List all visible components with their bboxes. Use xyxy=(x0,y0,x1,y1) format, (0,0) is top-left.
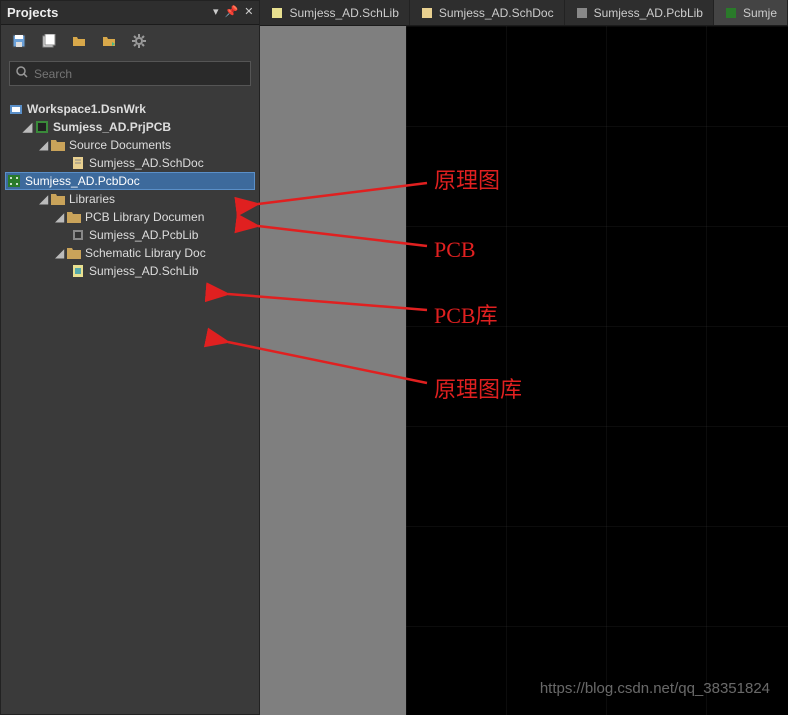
pin-icon[interactable]: 📌 xyxy=(225,7,239,18)
project-tree: Workspace1.DsnWrk ◢ Sumjess_AD.PrjPCB ◢ … xyxy=(1,94,259,714)
tab-pcblib[interactable]: Sumjess_AD.PcbLib xyxy=(565,0,714,25)
tab-bar: Sumjess_AD.SchLib Sumjess_AD.SchDoc Sumj… xyxy=(260,0,788,26)
save-icon[interactable] xyxy=(11,33,27,49)
pcblib-icon xyxy=(71,228,85,242)
compile-icon[interactable] xyxy=(41,33,57,49)
panel-controls: ▾ 📌 ✕ xyxy=(213,7,253,18)
folder-icon xyxy=(51,138,65,152)
libraries-node[interactable]: ◢ Libraries xyxy=(5,190,255,208)
folder-open-icon[interactable] xyxy=(71,33,87,49)
workspace-icon xyxy=(9,102,23,116)
folder-icon xyxy=(67,210,81,224)
pcbdoc-icon xyxy=(7,174,21,188)
sch-lib-folder-node[interactable]: ◢ Schematic Library Doc xyxy=(5,244,255,262)
gear-icon[interactable] xyxy=(131,33,147,49)
pcbdoc-icon xyxy=(724,6,738,20)
folder-icon xyxy=(51,192,65,206)
tab-schdoc[interactable]: Sumjess_AD.SchDoc xyxy=(410,0,565,25)
tab-label: Sumjess_AD.SchLib xyxy=(289,6,398,20)
folder-icon xyxy=(67,246,81,260)
pcbdoc-node[interactable]: Sumjess_AD.PcbDoc xyxy=(5,172,255,190)
pcb-lib-folder-label: PCB Library Documen xyxy=(85,210,204,224)
schdoc-icon xyxy=(420,6,434,20)
search-box[interactable] xyxy=(9,61,251,86)
panel-title: Projects xyxy=(7,5,58,20)
workspace-label: Workspace1.DsnWrk xyxy=(27,102,146,116)
close-icon[interactable]: ✕ xyxy=(244,7,253,18)
pcblib-icon xyxy=(575,6,589,20)
schlib-label: Sumjess_AD.SchLib xyxy=(89,264,198,278)
schlib-icon xyxy=(270,6,284,20)
tab-label: Sumjess_AD.PcbLib xyxy=(594,6,703,20)
search-icon xyxy=(16,66,28,81)
projects-panel: Projects ▾ 📌 ✕ xyxy=(0,0,260,715)
expander-icon[interactable]: ◢ xyxy=(55,210,65,224)
tab-label: Sumje xyxy=(743,6,777,20)
schlib-node[interactable]: Sumjess_AD.SchLib xyxy=(5,262,255,280)
tab-pcbdoc[interactable]: Sumje xyxy=(714,0,788,25)
expander-icon[interactable]: ◢ xyxy=(39,192,49,206)
canvas-grid xyxy=(406,26,788,715)
schlib-icon xyxy=(71,264,85,278)
pcb-canvas[interactable] xyxy=(406,26,788,715)
schdoc-node[interactable]: Sumjess_AD.SchDoc xyxy=(5,154,255,172)
pcbdoc-label: Sumjess_AD.PcbDoc xyxy=(25,174,140,188)
project-icon xyxy=(35,120,49,134)
project-label: Sumjess_AD.PrjPCB xyxy=(53,120,171,134)
sch-lib-folder-label: Schematic Library Doc xyxy=(85,246,206,260)
source-docs-label: Source Documents xyxy=(69,138,171,152)
dropdown-icon[interactable]: ▾ xyxy=(213,7,219,18)
schdoc-icon xyxy=(71,156,85,170)
panel-toolbar xyxy=(1,25,259,57)
editor-area: Sumjess_AD.SchLib Sumjess_AD.SchDoc Sumj… xyxy=(260,0,788,715)
source-docs-node[interactable]: ◢ Source Documents xyxy=(5,136,255,154)
pcblib-label: Sumjess_AD.PcbLib xyxy=(89,228,198,242)
libraries-label: Libraries xyxy=(69,192,115,206)
expander-icon[interactable]: ◢ xyxy=(55,246,65,260)
folder-export-icon[interactable] xyxy=(101,33,117,49)
pcblib-node[interactable]: Sumjess_AD.PcbLib xyxy=(5,226,255,244)
panel-header: Projects ▾ 📌 ✕ xyxy=(1,1,259,25)
tab-label: Sumjess_AD.SchDoc xyxy=(439,6,554,20)
project-node[interactable]: ◢ Sumjess_AD.PrjPCB xyxy=(5,118,255,136)
search-input[interactable] xyxy=(34,67,244,81)
pcb-lib-folder-node[interactable]: ◢ PCB Library Documen xyxy=(5,208,255,226)
workspace-node[interactable]: Workspace1.DsnWrk xyxy=(5,100,255,118)
schdoc-label: Sumjess_AD.SchDoc xyxy=(89,156,204,170)
expander-icon[interactable]: ◢ xyxy=(39,138,49,152)
expander-icon[interactable]: ◢ xyxy=(23,120,33,134)
tab-schlib[interactable]: Sumjess_AD.SchLib xyxy=(260,0,409,25)
